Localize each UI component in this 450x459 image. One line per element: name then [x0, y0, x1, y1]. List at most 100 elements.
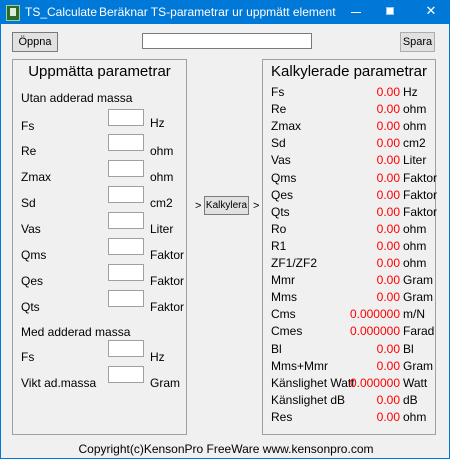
unit-faktor: Faktor — [150, 300, 185, 314]
maximize-icon — [386, 7, 394, 15]
qts-input[interactable] — [108, 290, 144, 307]
result-label: Qts — [271, 204, 290, 219]
field-label-fs: Fs — [21, 119, 35, 133]
result-value: 0.00 — [376, 273, 400, 288]
result-value: 0.000000 — [349, 375, 400, 390]
result-unit: Liter — [403, 153, 427, 168]
result-label: Mms — [271, 290, 297, 305]
result-unit: cm2 — [403, 136, 426, 151]
result-label: Cms — [271, 307, 296, 322]
result-label: Ro — [271, 221, 287, 236]
field-label-qts: Qts — [21, 300, 40, 314]
result-unit: ohm — [403, 409, 427, 424]
sd-input[interactable] — [108, 186, 144, 203]
unit-cm2: cm2 — [150, 196, 173, 210]
save-button[interactable]: Spara — [400, 32, 435, 52]
unit-faktor: Faktor — [150, 248, 185, 262]
result-label: Cmes — [271, 324, 303, 339]
result-unit: m/N — [403, 307, 425, 322]
result-label: Qes — [271, 187, 294, 202]
vas-input[interactable] — [108, 212, 144, 229]
result-unit: Faktor — [403, 204, 438, 219]
result-unit: Faktor — [403, 170, 438, 185]
result-unit: ohm — [403, 119, 427, 134]
result-value: 0.00 — [376, 392, 400, 407]
added-mass-input[interactable] — [108, 366, 144, 383]
open-button[interactable]: Öppna — [12, 32, 58, 52]
result-label: Res — [271, 409, 293, 424]
result-label: Re — [271, 102, 287, 117]
result-label: Bl — [271, 341, 282, 356]
calculate-button[interactable]: Kalkylera — [204, 196, 249, 215]
result-value: 0.00 — [376, 119, 400, 134]
result-value: 0.00 — [376, 136, 400, 151]
result-label: Zmax — [271, 119, 301, 134]
unit-hz: Hz — [150, 116, 165, 130]
result-unit: Bl — [403, 341, 414, 356]
result-unit: ohm — [403, 221, 427, 236]
window-title: TS_Calculate — [25, 5, 98, 19]
result-value: 0.000000 — [349, 307, 400, 322]
fs-mass-input[interactable] — [108, 340, 144, 357]
result-unit: Hz — [403, 85, 418, 99]
unit-faktor: Faktor — [150, 274, 185, 288]
field-label-added-mass: Vikt ad.massa — [21, 376, 97, 390]
section-label-with-mass: Med adderad massa — [21, 325, 131, 339]
result-label: Qms — [271, 170, 297, 185]
result-value: 0.00 — [376, 256, 400, 270]
unit-ohm: ohm — [150, 170, 174, 184]
field-label-vas: Vas — [21, 222, 41, 236]
field-label-qes: Qes — [21, 274, 44, 288]
result-value: 0.00 — [376, 85, 400, 99]
result-unit: ohm — [403, 256, 427, 270]
panel-title: Uppmätta parametrar — [28, 63, 171, 80]
result-label: Känslighet Watt — [271, 375, 355, 390]
unit-liter: Liter — [150, 222, 174, 236]
section-label-without-mass: Utan adderad massa — [21, 91, 133, 105]
unit-hz: Hz — [150, 350, 165, 364]
client-area: Öppna Spara Uppmätta parametrar Utan add… — [0, 24, 450, 459]
measured-parameters-panel: Uppmätta parametrar Utan adderad massa F… — [12, 59, 187, 435]
arrow-right: > — [253, 200, 260, 212]
footer-copyright: Copyright(c)KensonPro FreeWare www.kenso… — [78, 442, 374, 456]
result-label: R1 — [271, 238, 287, 253]
result-label: Fs — [271, 85, 285, 99]
maximize-button[interactable] — [374, 0, 408, 24]
result-value: 0.00 — [376, 153, 400, 168]
close-button[interactable]: ✕ — [414, 0, 448, 24]
result-unit: dB — [403, 392, 418, 407]
result-unit: ohm — [403, 102, 427, 117]
result-value: 0.00 — [376, 341, 400, 356]
result-value: 0.00 — [376, 358, 400, 373]
result-unit: Watt — [403, 375, 428, 390]
file-path-input[interactable] — [142, 33, 312, 49]
zmax-input[interactable] — [108, 160, 144, 177]
field-label-qms: Qms — [21, 248, 47, 262]
re-input[interactable] — [108, 134, 144, 151]
result-unit: Gram — [403, 273, 433, 288]
result-label: Mms+Mmr — [271, 358, 328, 373]
app-icon — [6, 5, 20, 21]
result-value: 0.00 — [376, 187, 400, 202]
qms-input[interactable] — [108, 238, 144, 255]
minimize-button[interactable] — [339, 0, 373, 24]
result-value: 0.00 — [376, 409, 400, 424]
unit-gram: Gram — [150, 376, 180, 390]
qes-input[interactable] — [108, 264, 144, 281]
fs-input[interactable] — [108, 109, 144, 126]
result-value: 0.00 — [376, 221, 400, 236]
result-value: 0.00 — [376, 238, 400, 253]
field-label-re: Re — [21, 144, 37, 158]
result-unit: Faktor — [403, 187, 438, 202]
result-value: 0.00 — [376, 102, 400, 117]
result-unit: ohm — [403, 238, 427, 253]
window-subtitle: Beräknar TS-parametrar ur uppmätt elemen… — [99, 5, 336, 19]
calculated-parameters-panel: Kalkylerade parametrar Fs 0.00 Hz Re 0.00 ohm… — [262, 59, 438, 435]
field-label-zmax: Zmax — [21, 170, 51, 184]
result-label: ZF1/ZF2 — [271, 256, 318, 270]
unit-ohm: ohm — [150, 144, 174, 158]
field-label-fs-mass: Fs — [21, 350, 35, 364]
result-value: 0.00 — [376, 170, 400, 185]
result-label: Mmr — [271, 273, 295, 288]
result-label: Känslighet dB — [271, 392, 346, 407]
